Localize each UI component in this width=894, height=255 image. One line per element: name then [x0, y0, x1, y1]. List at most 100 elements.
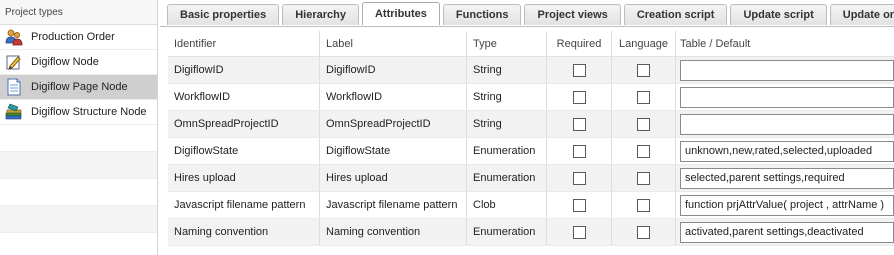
- language-cell: [612, 165, 676, 191]
- column-header-identifier[interactable]: Identifier: [168, 31, 320, 56]
- project-type-label: Digiflow Page Node: [31, 81, 128, 93]
- language-cell: [612, 192, 676, 218]
- empty-list-row: [0, 233, 157, 255]
- attribute-type: String: [467, 111, 547, 137]
- tab-update-script[interactable]: Update script: [730, 4, 827, 25]
- pencil-icon: [5, 53, 23, 71]
- required-checkbox[interactable]: [572, 117, 586, 131]
- project-type-production-order[interactable]: Production Order: [0, 25, 157, 50]
- table-default-field[interactable]: unknown,new,rated,selected,uploaded: [680, 140, 894, 162]
- project-types-panel: Project types Production Order Digiflow …: [0, 0, 158, 255]
- table-row[interactable]: Hires upload Hires upload Enumeration se…: [168, 165, 894, 192]
- language-cell: [612, 111, 676, 137]
- language-cell: [612, 219, 676, 245]
- language-checkbox[interactable]: [637, 63, 650, 77]
- tab-update-order-script[interactable]: Update order s: [829, 4, 894, 25]
- attribute-label: OmnSpreadProjectID: [320, 111, 467, 137]
- required-cell: [547, 138, 612, 164]
- attribute-label: WorkflowID: [320, 84, 467, 110]
- attribute-identifier: DigiflowState: [168, 138, 320, 164]
- required-checkbox[interactable]: [572, 225, 586, 239]
- attribute-label: Hires upload: [320, 165, 467, 191]
- grid-header-row: Identifier Label Type Required Language …: [168, 31, 894, 57]
- column-header-label[interactable]: Label: [320, 31, 467, 56]
- tab-basic-properties[interactable]: Basic properties: [167, 4, 280, 25]
- column-header-table-default[interactable]: Table / Default: [676, 31, 894, 56]
- project-type-digiflow-node[interactable]: Digiflow Node: [0, 50, 157, 75]
- attributes-grid: Identifier Label Type Required Language …: [168, 31, 894, 246]
- table-default-field[interactable]: [680, 86, 894, 108]
- language-cell: [612, 57, 676, 83]
- empty-list-row: [0, 206, 157, 233]
- books-icon: [5, 103, 23, 121]
- column-header-type[interactable]: Type: [467, 31, 547, 56]
- page-icon: [5, 78, 23, 96]
- attribute-identifier: DigiflowID: [168, 57, 320, 83]
- language-checkbox[interactable]: [637, 225, 650, 239]
- required-checkbox[interactable]: [572, 198, 586, 212]
- attribute-identifier: Naming convention: [168, 219, 320, 245]
- empty-list-row: [0, 179, 157, 206]
- language-checkbox[interactable]: [637, 90, 650, 104]
- table-default-cell: function prjAttrValue( project , attrNam…: [676, 192, 894, 218]
- attribute-label: Javascript filename pattern: [320, 192, 467, 218]
- column-header-required[interactable]: Required: [547, 31, 612, 56]
- attribute-label: Naming convention: [320, 219, 467, 245]
- project-type-label: Production Order: [31, 31, 115, 43]
- table-default-field[interactable]: activated,parent settings,deactivated: [680, 221, 894, 243]
- attribute-label: DigiflowID: [320, 57, 467, 83]
- project-type-digiflow-structure-node[interactable]: Digiflow Structure Node: [0, 100, 157, 125]
- attribute-identifier: Javascript filename pattern: [168, 192, 320, 218]
- required-checkbox[interactable]: [572, 144, 586, 158]
- language-checkbox[interactable]: [637, 117, 650, 131]
- required-checkbox[interactable]: [572, 90, 586, 104]
- attribute-label: DigiflowState: [320, 138, 467, 164]
- table-default-field[interactable]: selected,parent settings,required: [680, 167, 894, 189]
- empty-list-row: [0, 125, 157, 152]
- required-cell: [547, 192, 612, 218]
- tab-project-views[interactable]: Project views: [524, 4, 621, 25]
- table-default-cell: [676, 111, 894, 137]
- language-checkbox[interactable]: [637, 171, 650, 185]
- language-checkbox[interactable]: [637, 144, 650, 158]
- tab-bar: Basic properties Hierarchy Attributes Fu…: [167, 2, 894, 26]
- attribute-identifier: WorkflowID: [168, 84, 320, 110]
- required-cell: [547, 219, 612, 245]
- tab-functions[interactable]: Functions: [442, 4, 522, 25]
- tab-creation-script[interactable]: Creation script: [623, 4, 728, 25]
- table-default-field[interactable]: function prjAttrValue( project , attrNam…: [680, 194, 894, 216]
- tab-hierarchy[interactable]: Hierarchy: [282, 4, 359, 25]
- table-default-field[interactable]: [680, 113, 894, 135]
- table-default-cell: unknown,new,rated,selected,uploaded: [676, 138, 894, 164]
- table-default-cell: [676, 57, 894, 83]
- project-type-digiflow-page-node[interactable]: Digiflow Page Node: [0, 75, 157, 100]
- project-type-label: Digiflow Node: [31, 56, 99, 68]
- attribute-type: String: [467, 84, 547, 110]
- table-row[interactable]: DigiflowState DigiflowState Enumeration …: [168, 138, 894, 165]
- column-header-language[interactable]: Language: [612, 31, 676, 56]
- required-cell: [547, 84, 612, 110]
- attribute-identifier: OmnSpreadProjectID: [168, 111, 320, 137]
- tab-attributes[interactable]: Attributes: [361, 2, 440, 25]
- required-cell: [547, 165, 612, 191]
- language-checkbox[interactable]: [637, 198, 650, 212]
- attribute-type: Clob: [467, 192, 547, 218]
- table-row[interactable]: WorkflowID WorkflowID String: [168, 84, 894, 111]
- table-default-cell: [676, 84, 894, 110]
- required-cell: [547, 111, 612, 137]
- people-icon: [5, 28, 23, 46]
- project-types-header: Project types: [0, 0, 157, 25]
- required-checkbox[interactable]: [572, 171, 586, 185]
- tab-divider: [160, 26, 894, 27]
- table-row[interactable]: OmnSpreadProjectID OmnSpreadProjectID St…: [168, 111, 894, 138]
- attribute-type: Enumeration: [467, 138, 547, 164]
- table-row[interactable]: DigiflowID DigiflowID String: [168, 57, 894, 84]
- table-row[interactable]: Javascript filename pattern Javascript f…: [168, 192, 894, 219]
- table-default-cell: selected,parent settings,required: [676, 165, 894, 191]
- table-row[interactable]: Naming convention Naming convention Enum…: [168, 219, 894, 246]
- project-type-label: Digiflow Structure Node: [31, 106, 147, 118]
- required-checkbox[interactable]: [572, 63, 586, 77]
- table-default-field[interactable]: [680, 59, 894, 81]
- attribute-type: Enumeration: [467, 165, 547, 191]
- required-cell: [547, 57, 612, 83]
